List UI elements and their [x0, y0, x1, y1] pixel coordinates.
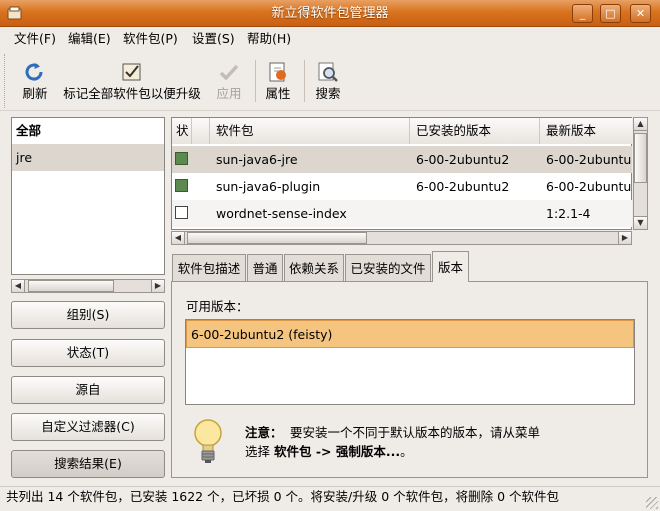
note-prefix: 选择 [245, 444, 274, 459]
tab-dependencies[interactable]: 依赖关系 [284, 254, 344, 281]
toolbar-separator [255, 60, 256, 102]
refresh-button[interactable]: 刷新 [14, 86, 56, 102]
scroll-thumb[interactable] [28, 280, 114, 292]
scroll-right-icon[interactable]: ▶ [151, 279, 165, 293]
scroll-left-icon[interactable]: ◀ [171, 231, 185, 245]
scroll-down-icon[interactable]: ▼ [633, 216, 648, 230]
package-name: sun-java6-jre [216, 152, 298, 167]
resize-grip[interactable] [646, 497, 658, 509]
origin-button[interactable]: 源自 [11, 376, 165, 404]
lightbulb-icon [191, 416, 227, 466]
custom-filters-button[interactable]: 自定义过滤器(C) [11, 413, 165, 441]
latest-version: 6-00-2ubuntu2 [546, 179, 632, 194]
minimize-button[interactable]: _ [572, 4, 593, 23]
version-item[interactable]: 6-00-2ubuntu2 (feisty) [186, 320, 634, 348]
tab-versions[interactable]: 版本 [432, 251, 469, 282]
search-icon[interactable] [316, 60, 340, 84]
installed-version: 6-00-2ubuntu2 [416, 179, 510, 194]
apply-button[interactable]: 应用 [210, 86, 248, 102]
filter-item-all[interactable]: 全部 [12, 118, 164, 143]
sections-button[interactable]: 组别(S) [11, 301, 165, 329]
package-name: wordnet-sense-index [216, 206, 347, 221]
column-package[interactable]: 软件包 [210, 118, 410, 144]
note-title: 注意： [245, 425, 283, 440]
column-support[interactable] [192, 118, 210, 144]
refresh-icon[interactable] [22, 60, 46, 84]
tab-description[interactable]: 软件包描述 [172, 254, 246, 281]
column-installed-version[interactable]: 已安装的版本 [410, 118, 540, 144]
menu-help[interactable]: 帮助(H) [247, 27, 291, 51]
properties-icon[interactable] [266, 60, 290, 84]
filter-item-jre[interactable]: jre [12, 144, 164, 171]
toolbar-separator [304, 60, 305, 102]
window-title: 新立得软件包管理器 [271, 6, 389, 21]
close-button[interactable]: ✕ [630, 4, 651, 23]
menu-package[interactable]: 软件包(P) [123, 27, 178, 51]
search-button[interactable]: 搜索 [309, 86, 347, 102]
menu-path: 软件包 -> 强制版本... [273, 444, 401, 459]
active-tab-joiner [433, 280, 468, 283]
status-bar: 共列出 14 个软件包，已安装 1622 个，已坏损 0 个。将安装/升级 0 … [0, 486, 660, 511]
search-results-button[interactable]: 搜索结果(E) [11, 450, 165, 478]
scroll-left-icon[interactable]: ◀ [11, 279, 25, 293]
column-status[interactable]: 状 [172, 118, 192, 144]
scroll-thumb[interactable] [187, 232, 367, 244]
available-versions-label: 可用版本： [186, 299, 249, 314]
menu-edit[interactable]: 编辑(E) [68, 27, 111, 51]
menu-file[interactable]: 文件(F) [14, 27, 56, 51]
package-name: sun-java6-plugin [216, 179, 321, 194]
mark-all-upgrades-button[interactable]: 标记全部软件包以便升级 [59, 86, 205, 102]
tab-general[interactable]: 普通 [247, 254, 283, 281]
status-installed-icon[interactable] [175, 179, 188, 192]
toolbar-grip[interactable] [4, 54, 6, 108]
note-suffix: 。 [400, 444, 413, 459]
apply-icon[interactable] [217, 60, 241, 84]
mark-upgrade-icon[interactable] [120, 60, 144, 84]
menu-settings[interactable]: 设置(S) [192, 27, 235, 51]
properties-button[interactable]: 属性 [260, 86, 296, 102]
scroll-thumb[interactable] [634, 133, 647, 183]
status-installed-icon[interactable] [175, 152, 188, 165]
scroll-up-icon[interactable]: ▲ [633, 117, 648, 131]
latest-version: 6-00-2ubuntu2 [546, 152, 632, 167]
note-text: 要安装一个不同于默认版本的版本，请从菜单 [290, 425, 541, 440]
installed-version [416, 200, 536, 227]
status-button[interactable]: 状态(T) [11, 339, 165, 367]
column-latest-version[interactable]: 最新版本 [540, 118, 632, 144]
note-text-line2: 选择 软件包 -> 强制版本...。 [245, 443, 413, 461]
status-not-installed-icon[interactable] [175, 206, 188, 219]
latest-version: 1:2.1-4 [546, 206, 591, 221]
maximize-button[interactable]: □ [600, 4, 621, 23]
scroll-right-icon[interactable]: ▶ [618, 231, 632, 245]
installed-version: 6-00-2ubuntu2 [416, 152, 510, 167]
tab-installed-files[interactable]: 已安装的文件 [345, 254, 431, 281]
